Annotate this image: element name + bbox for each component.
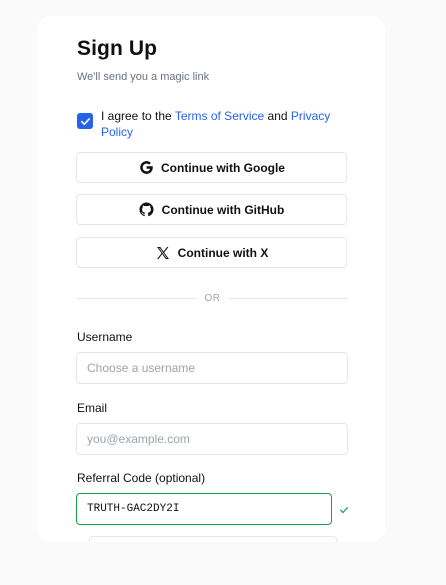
username-label: Username bbox=[77, 330, 133, 344]
terms-conjunction: and bbox=[264, 109, 291, 123]
github-button-label: Continue with GitHub bbox=[161, 202, 285, 217]
email-label: Email bbox=[77, 401, 108, 415]
terms-checkbox[interactable] bbox=[77, 113, 93, 129]
divider-line-right bbox=[228, 297, 348, 299]
divider-label: OR bbox=[204, 292, 221, 304]
page-title: Sign Up bbox=[77, 37, 158, 60]
referral-code-input[interactable] bbox=[76, 493, 332, 525]
divider-line-left bbox=[77, 297, 197, 299]
github-signin-button[interactable]: Continue with GitHub bbox=[76, 194, 347, 225]
email-input[interactable] bbox=[76, 423, 348, 455]
username-input[interactable] bbox=[76, 352, 348, 384]
google-button-label: Continue with Google bbox=[161, 160, 285, 175]
checkmark-icon bbox=[80, 117, 90, 125]
terms-of-service-link[interactable]: Terms of Service bbox=[175, 109, 264, 123]
x-icon bbox=[155, 245, 171, 261]
referral-code-label: Referral Code (optional) bbox=[77, 471, 206, 485]
submit-button[interactable] bbox=[89, 536, 337, 542]
google-signin-button[interactable]: Continue with Google bbox=[76, 152, 347, 183]
terms-label: I agree to the Terms of Service and Priv… bbox=[101, 108, 351, 140]
page: Sign Up We'll send you a magic link I ag… bbox=[0, 0, 446, 585]
checkmark-icon bbox=[340, 507, 348, 514]
signup-card: Sign Up We'll send you a magic link I ag… bbox=[37, 16, 385, 542]
x-signin-button[interactable]: Continue with X bbox=[76, 237, 347, 268]
google-icon bbox=[138, 160, 154, 176]
x-button-label: Continue with X bbox=[177, 245, 269, 260]
page-subtitle: We'll send you a magic link bbox=[77, 71, 210, 83]
terms-prefix: I agree to the bbox=[101, 109, 175, 123]
or-divider: OR bbox=[77, 291, 348, 305]
github-icon bbox=[139, 202, 155, 218]
